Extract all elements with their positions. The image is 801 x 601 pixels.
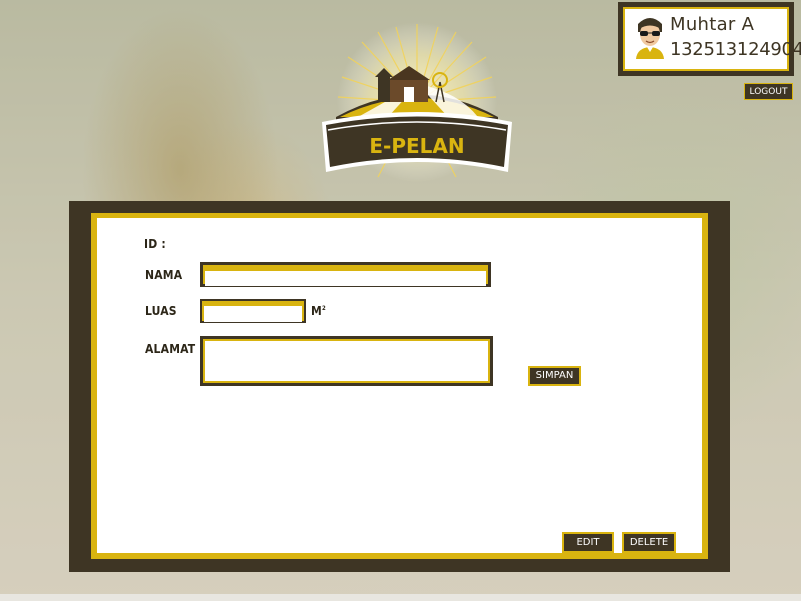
delete-button[interactable]: DELETE — [622, 532, 676, 553]
nama-field-frame — [200, 262, 491, 287]
alamat-textarea[interactable] — [205, 341, 488, 381]
luas-unit-text: M — [311, 304, 322, 318]
edit-button-label: EDIT — [576, 537, 600, 548]
user-name: Muhtar A — [670, 14, 755, 35]
user-card-inner: Muhtar A 132513124904 — [623, 7, 801, 71]
luas-input[interactable] — [204, 306, 302, 322]
luas-label: LUAS — [145, 304, 177, 318]
nama-input[interactable] — [205, 270, 486, 286]
simpan-button-label: SIMPAN — [535, 370, 574, 381]
alamat-label: ALAMAT — [145, 342, 196, 356]
alamat-field-frame — [200, 336, 493, 386]
luas-unit: M2 — [311, 304, 326, 318]
luas-field-border — [202, 301, 304, 322]
nama-field-border — [203, 265, 488, 286]
e-pelan-logo: E-PELAN — [322, 22, 512, 182]
bottom-strip — [0, 594, 801, 601]
luas-field-frame — [200, 299, 306, 323]
nama-label: NAMA — [145, 268, 183, 282]
logout-button[interactable]: LOGOUT — [744, 83, 793, 100]
simpan-button[interactable]: SIMPAN — [528, 366, 581, 386]
logo-text: E-PELAN — [369, 134, 464, 158]
alamat-field-border — [203, 339, 490, 383]
user-card: Muhtar A 132513124904 — [618, 2, 801, 76]
user-id: 132513124904 — [670, 39, 801, 60]
edit-button[interactable]: EDIT — [562, 532, 614, 553]
id-label: ID : — [144, 237, 166, 251]
user-avatar-icon — [636, 18, 664, 59]
luas-unit-superscript: 2 — [321, 305, 326, 312]
delete-button-label: DELETE — [629, 537, 669, 548]
